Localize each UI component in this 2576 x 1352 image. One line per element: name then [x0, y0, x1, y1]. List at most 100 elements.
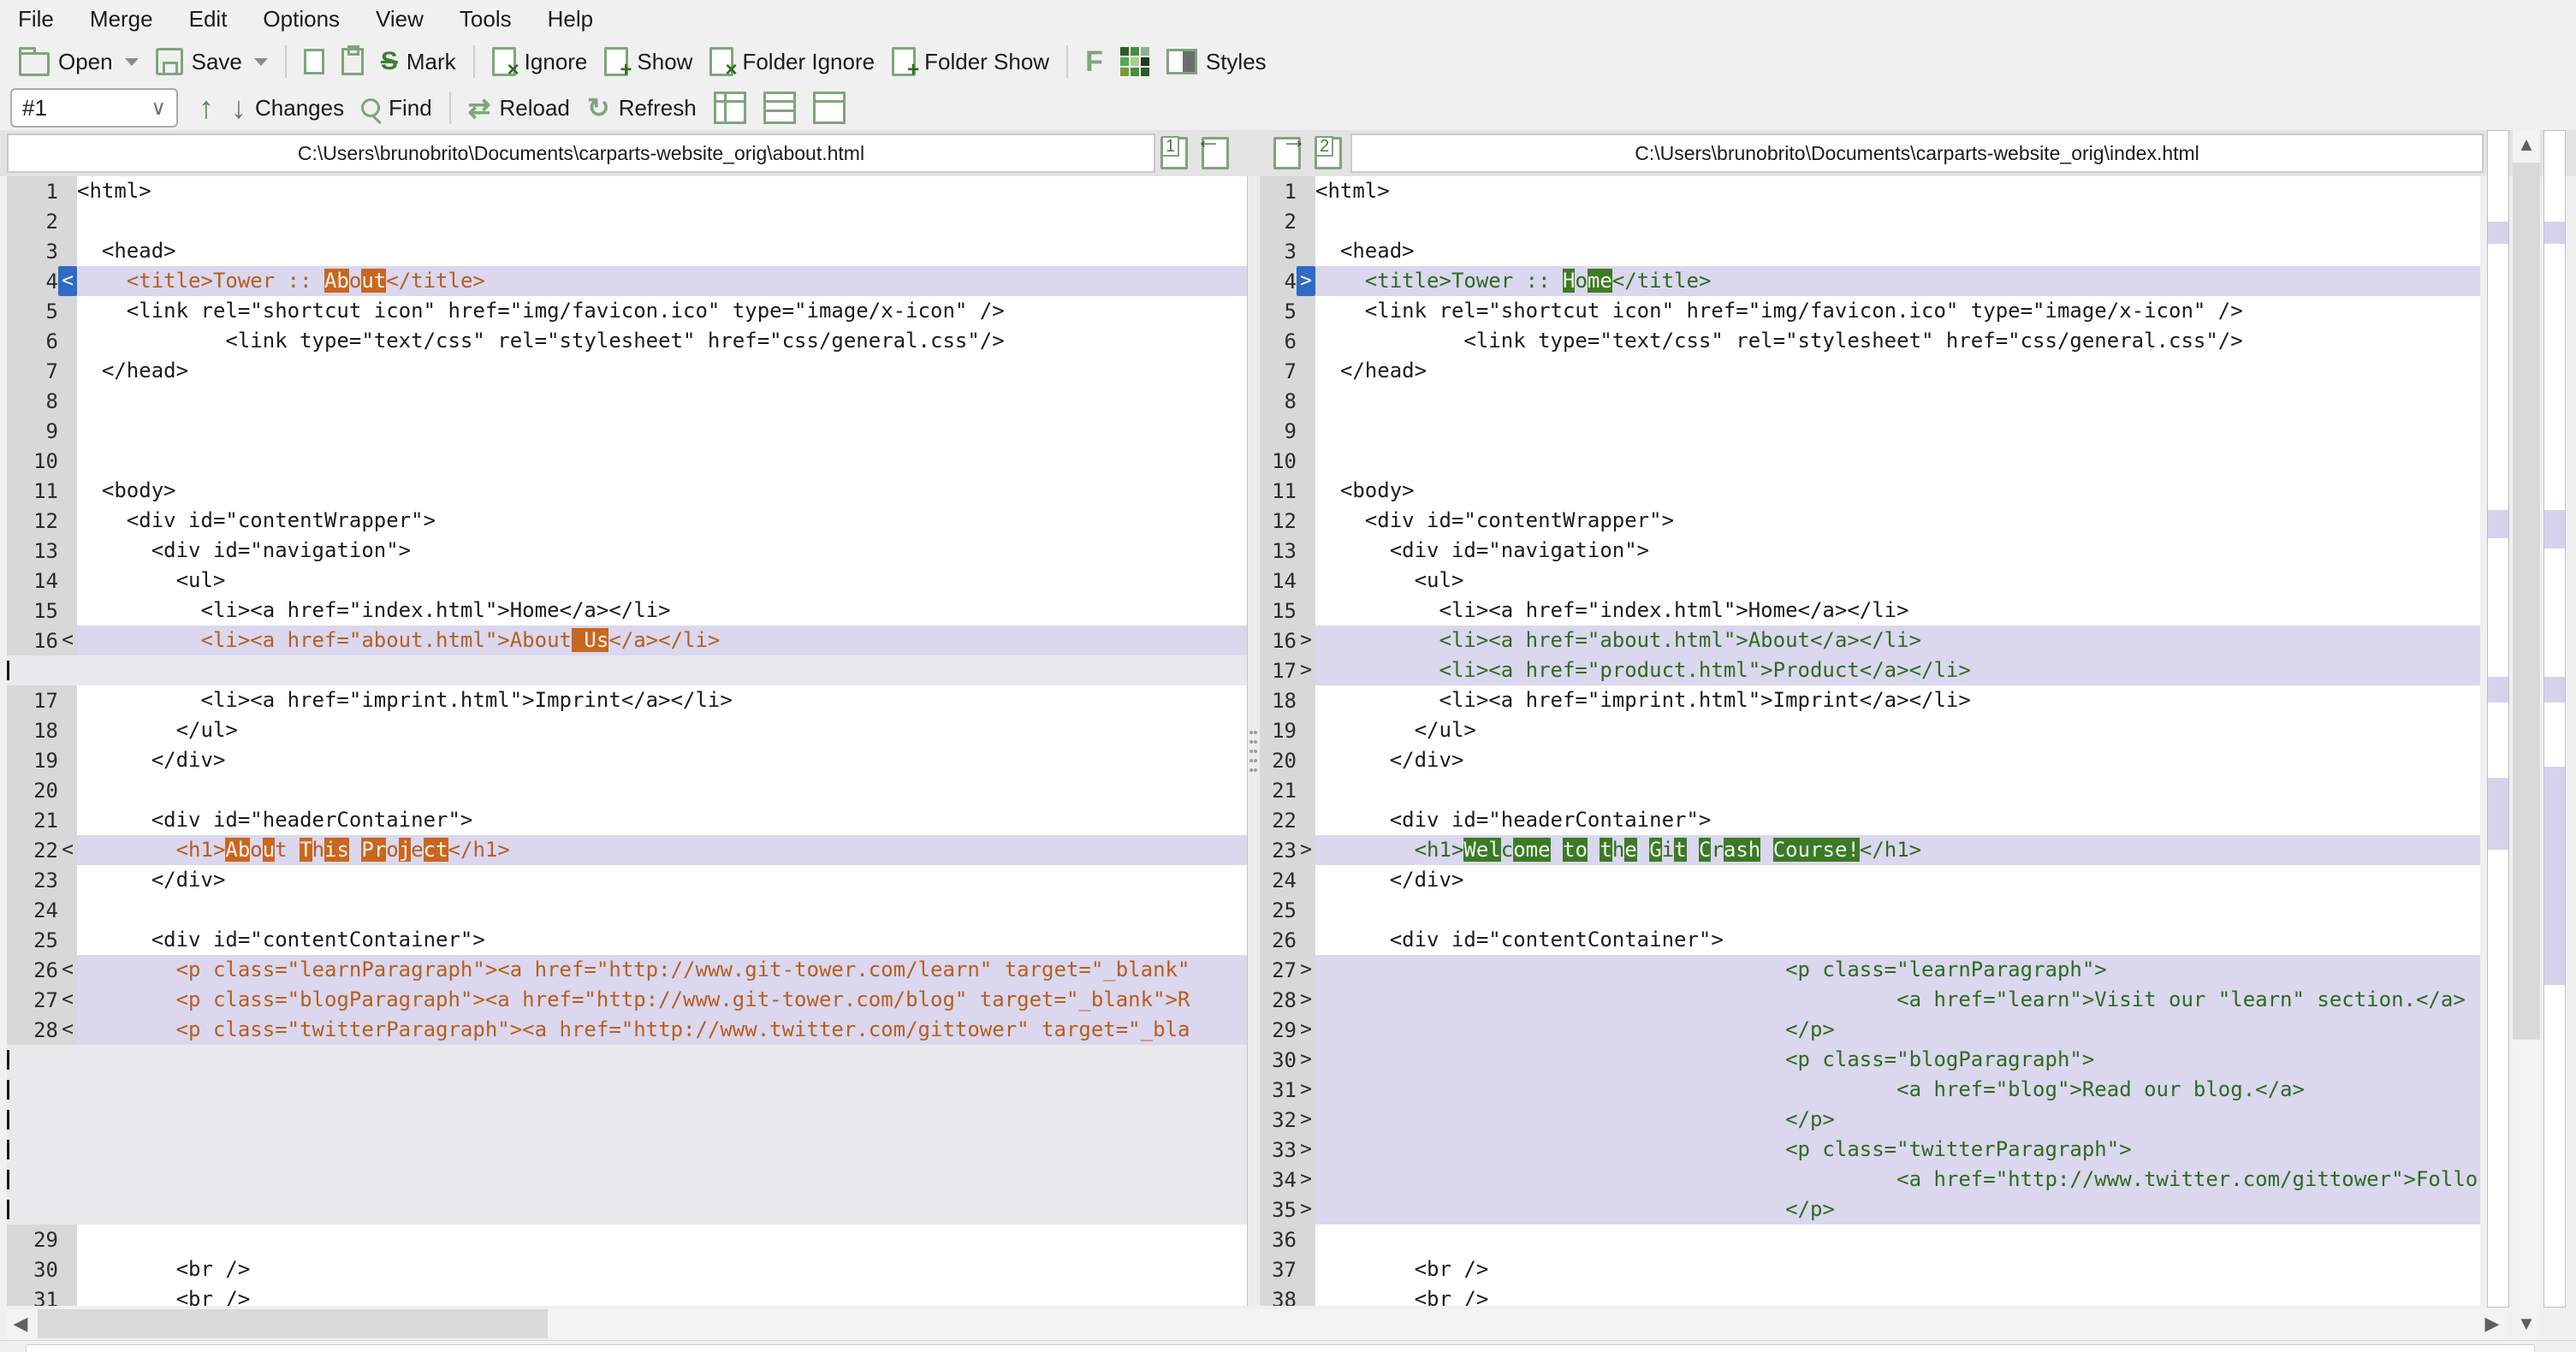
code-text[interactable]: <li><a href="product.html">Product</a></…: [1315, 655, 2480, 685]
save-left-file-button[interactable]: 1: [1155, 134, 1193, 172]
layout-single-pane-button[interactable]: [804, 88, 854, 127]
layout-horizontal-split-button[interactable]: [755, 88, 804, 127]
scroll-down-icon[interactable]: ▼: [2513, 1309, 2540, 1338]
paste-button[interactable]: [333, 44, 372, 79]
menu-item-view[interactable]: View: [358, 0, 442, 38]
code-text[interactable]: </p>: [1315, 1105, 2480, 1135]
code-text[interactable]: <link type="text/css" rel="stylesheet" h…: [77, 326, 1247, 356]
code-text[interactable]: <br />: [1315, 1254, 2480, 1284]
code-text[interactable]: </ul>: [1315, 715, 2480, 745]
code-text[interactable]: </div>: [77, 745, 1247, 775]
code-text[interactable]: [1315, 446, 2480, 476]
code-text[interactable]: <div id="headerContainer">: [1315, 805, 2480, 835]
code-text[interactable]: </div>: [1315, 865, 2480, 895]
code-text[interactable]: [77, 1195, 1247, 1225]
code-text[interactable]: <div id="navigation">: [1315, 536, 2480, 566]
show-button[interactable]: + Show: [596, 44, 701, 80]
folder-ignore-button[interactable]: × Folder Ignore: [701, 44, 883, 80]
copy-to-left-button[interactable]: ←: [1196, 127, 1234, 172]
code-text[interactable]: [77, 1045, 1247, 1075]
code-text[interactable]: <div id="navigation">: [77, 536, 1247, 566]
code-text[interactable]: <br />: [77, 1254, 1247, 1284]
mark-button[interactable]: S Mark: [372, 45, 465, 79]
code-text[interactable]: <br />: [77, 1284, 1247, 1306]
diff-locator-right-file[interactable]: [2543, 130, 2566, 1308]
open-dropdown-caret[interactable]: [124, 57, 139, 66]
diff-location-band[interactable]: [2488, 222, 2508, 244]
horizontal-scrollbar[interactable]: ◀ ▶: [7, 1309, 2508, 1338]
font-button[interactable]: F: [1077, 42, 1112, 82]
code-text[interactable]: <div id="contentContainer">: [77, 925, 1247, 955]
code-text[interactable]: <html>: [1315, 176, 2480, 206]
right-editor-pane[interactable]: 1 <html> 2 3 <head> 4 > <title>Tower :: Home<…: [1260, 176, 2480, 1306]
layout-vertical-split-button[interactable]: [705, 88, 755, 127]
ignore-button[interactable]: × Ignore: [484, 44, 597, 80]
scroll-right-icon[interactable]: ▶: [2478, 1309, 2506, 1338]
code-text[interactable]: [77, 416, 1247, 446]
code-text[interactable]: [77, 386, 1247, 416]
diff-location-band[interactable]: [2544, 677, 2565, 703]
code-text[interactable]: [77, 1075, 1247, 1105]
code-text[interactable]: <a href="blog">Read our blog.</a>: [1315, 1075, 2480, 1105]
find-button[interactable]: Find: [353, 92, 441, 125]
menu-item-file[interactable]: File: [0, 0, 72, 38]
diff-location-band[interactable]: [2488, 778, 2508, 850]
code-text[interactable]: </div>: [1315, 745, 2480, 775]
code-text[interactable]: <ul>: [77, 566, 1247, 596]
code-text[interactable]: </head>: [1315, 356, 2480, 386]
code-text[interactable]: <br />: [1315, 1284, 2480, 1306]
code-text[interactable]: <a href="learn">Visit our "learn" sectio…: [1315, 985, 2480, 1015]
code-text[interactable]: [77, 1225, 1247, 1254]
code-text[interactable]: [77, 1165, 1247, 1195]
diff-location-band[interactable]: [2488, 677, 2508, 703]
save-button[interactable]: Save: [147, 44, 276, 79]
code-text[interactable]: [77, 655, 1247, 685]
diff-selector-combobox[interactable]: #1 ∨: [10, 88, 178, 127]
code-text[interactable]: <div id="headerContainer">: [77, 805, 1247, 835]
vertical-scrollbar[interactable]: ▲ ▼: [2513, 130, 2540, 1338]
code-text[interactable]: [77, 895, 1247, 925]
scroll-up-icon[interactable]: ▲: [2513, 130, 2540, 159]
code-text[interactable]: </ul>: [77, 715, 1247, 745]
refresh-button[interactable]: ↻ Refresh: [579, 91, 705, 125]
code-text[interactable]: </p>: [1315, 1015, 2480, 1045]
code-text[interactable]: [77, 775, 1247, 805]
menu-item-help[interactable]: Help: [530, 0, 611, 38]
code-text[interactable]: <li><a href="imprint.html">Imprint</a></…: [77, 685, 1247, 715]
code-text[interactable]: <div id="contentContainer">: [1315, 925, 2480, 955]
diff-location-band[interactable]: [2544, 767, 2565, 985]
code-text[interactable]: <p class="blogParagraph"><a href="http:/…: [77, 985, 1247, 1015]
diff-location-band[interactable]: [2488, 510, 2508, 538]
code-text[interactable]: <div id="contentWrapper">: [1315, 506, 2480, 536]
diff-locator-left-file[interactable]: [2487, 130, 2509, 1308]
code-text[interactable]: [1315, 775, 2480, 805]
code-text[interactable]: [1315, 416, 2480, 446]
code-text[interactable]: [1315, 206, 2480, 236]
vertical-scrollbar-thumb[interactable]: [2513, 163, 2540, 1040]
code-text[interactable]: <li><a href="about.html">About</a></li>: [1315, 626, 2480, 655]
code-text[interactable]: <body>: [1315, 476, 2480, 506]
code-text[interactable]: <ul>: [1315, 566, 2480, 596]
save-dropdown-caret[interactable]: [253, 57, 268, 66]
code-text[interactable]: <li><a href="imprint.html">Imprint</a></…: [1315, 685, 2480, 715]
code-text[interactable]: [77, 1105, 1247, 1135]
menu-item-merge[interactable]: Merge: [72, 0, 171, 38]
code-text[interactable]: <a href="http://www.twitter.com/gittower…: [1315, 1165, 2480, 1195]
code-text[interactable]: [1315, 895, 2480, 925]
colors-button[interactable]: [1112, 44, 1158, 80]
menu-item-options[interactable]: Options: [245, 0, 358, 38]
next-difference-button[interactable]: ↓ Changes: [223, 89, 353, 127]
reload-button[interactable]: ⇄ Reload: [460, 91, 579, 125]
code-text[interactable]: <title>Tower :: About</title>: [77, 266, 1247, 296]
menu-item-edit[interactable]: Edit: [171, 0, 246, 38]
code-text[interactable]: </p>: [1315, 1195, 2480, 1225]
code-text[interactable]: <li><a href="index.html">Home</a></li>: [77, 596, 1247, 626]
code-text[interactable]: <link type="text/css" rel="stylesheet" h…: [1315, 326, 2480, 356]
previous-difference-button[interactable]: ↑: [190, 89, 223, 127]
code-text[interactable]: <title>Tower :: Home</title>: [1315, 266, 2480, 296]
code-text[interactable]: <body>: [77, 476, 1247, 506]
code-text[interactable]: <h1>Welcome to the Git Crash Course!</h1…: [1315, 835, 2480, 865]
code-text[interactable]: <link rel="shortcut icon" href="img/favi…: [1315, 296, 2480, 326]
code-text[interactable]: <div id="contentWrapper">: [77, 506, 1247, 536]
menu-item-tools[interactable]: Tools: [442, 0, 530, 38]
